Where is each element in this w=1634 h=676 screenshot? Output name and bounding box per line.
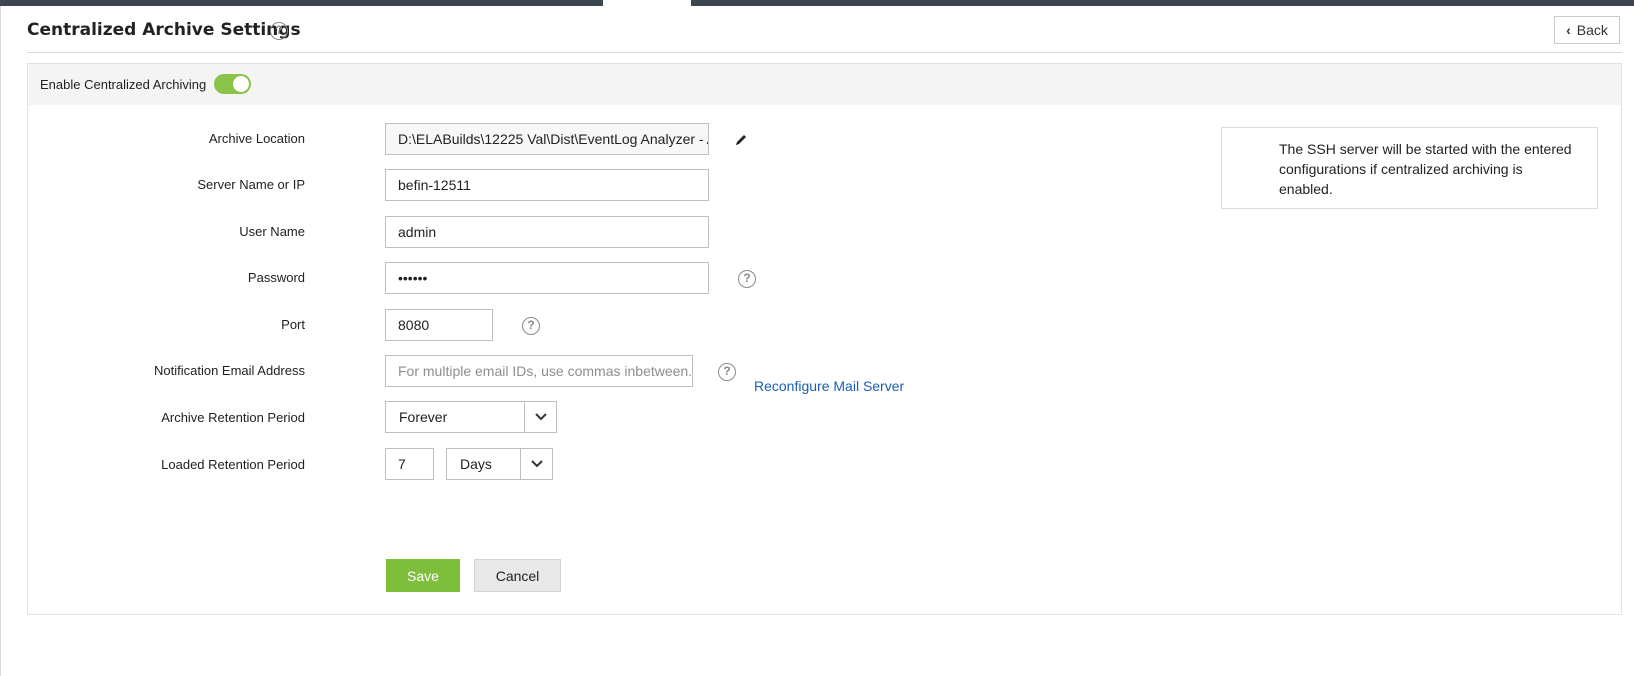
chevron-down-icon[interactable] — [524, 402, 556, 432]
server-label: Server Name or IP — [197, 177, 305, 192]
chevron-down-icon[interactable] — [520, 449, 552, 479]
chevron-left-icon: ‹ — [1566, 22, 1571, 38]
top-nav-bar-right — [691, 0, 1634, 6]
archive-location-label: Archive Location — [208, 131, 305, 146]
toggle-label: Enable Centralized Archiving — [40, 77, 207, 92]
top-nav-bar — [0, 0, 603, 6]
help-icon[interactable]: ? — [718, 363, 736, 381]
left-border — [0, 6, 1, 676]
help-icon[interactable]: ? — [738, 270, 756, 288]
settings-panel: Enable Centralized Archiving Archive Loc… — [27, 63, 1622, 615]
enable-archiving-toggle[interactable] — [214, 74, 251, 94]
archive-retention-select[interactable]: Forever — [385, 401, 557, 433]
ssh-info-box: The SSH server will be started with the … — [1221, 127, 1598, 209]
help-icon[interactable]: ? — [270, 22, 288, 40]
toggle-row: Enable Centralized Archiving — [28, 64, 1621, 105]
port-input[interactable]: 8080 — [385, 309, 493, 341]
port-label: Port — [281, 317, 305, 332]
archive-location-input[interactable]: D:\ELABuilds\12225 Val\Dist\EventLog Ana… — [385, 123, 709, 155]
active-top-tab[interactable] — [603, 0, 691, 6]
cancel-button[interactable]: Cancel — [474, 559, 561, 592]
password-input[interactable]: •••••• — [385, 262, 709, 294]
toggle-knob — [233, 76, 249, 92]
pencil-icon[interactable] — [734, 133, 748, 147]
page-title: Centralized Archive Settings — [27, 20, 301, 40]
username-label: User Name — [239, 224, 305, 239]
loaded-retention-label: Loaded Retention Period — [161, 457, 305, 472]
archive-retention-value: Forever — [399, 409, 448, 425]
email-label: Notification Email Address — [153, 363, 305, 378]
page-header: Centralized Archive Settings ? ‹ Back — [27, 14, 1622, 53]
email-input[interactable]: For multiple email IDs, use commas inbet… — [385, 355, 693, 387]
archive-retention-label: Archive Retention Period — [161, 410, 305, 425]
password-label: Password — [247, 270, 305, 285]
username-input[interactable]: admin — [385, 216, 709, 248]
loaded-retention-input[interactable]: 7 — [385, 448, 434, 480]
reconfigure-mail-server-link[interactable]: Reconfigure Mail Server — [754, 378, 904, 394]
loaded-retention-unit-value: Days — [460, 456, 492, 472]
server-input[interactable]: befin-12511 — [385, 169, 709, 201]
back-button[interactable]: ‹ Back — [1554, 16, 1620, 44]
back-button-label: Back — [1576, 22, 1608, 38]
save-button[interactable]: Save — [386, 559, 460, 592]
loaded-retention-unit-select[interactable]: Days — [446, 448, 553, 480]
help-icon[interactable]: ? — [522, 317, 540, 335]
